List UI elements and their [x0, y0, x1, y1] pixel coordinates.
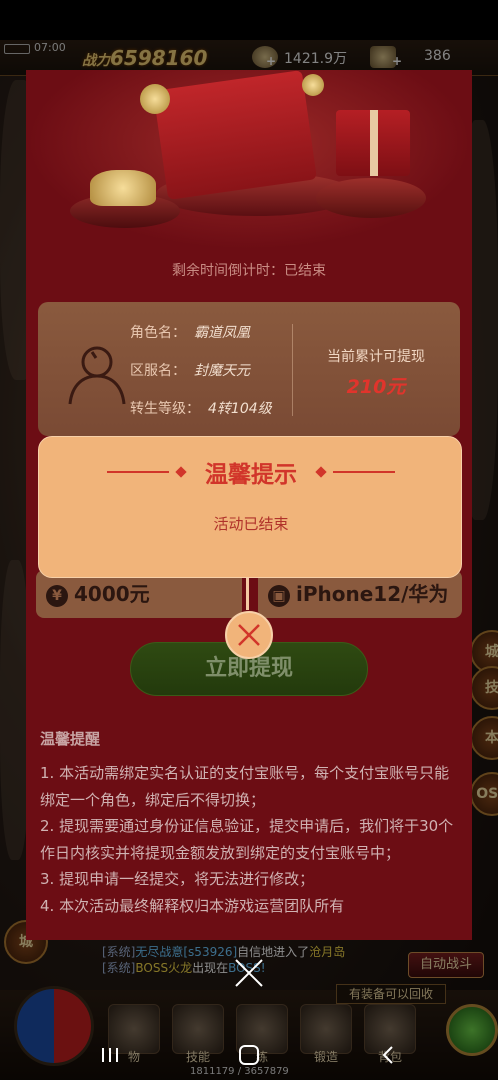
- back-icon[interactable]: [368, 1040, 408, 1070]
- role-name-row: 角色名： 霸道凤凰: [130, 322, 250, 342]
- recent-apps-icon[interactable]: [90, 1040, 130, 1070]
- server-value: 封魔天元: [194, 363, 250, 379]
- dialog-close-button[interactable]: [225, 611, 273, 659]
- coin-icon: [140, 84, 170, 114]
- coin-icon: [302, 74, 324, 96]
- level-row: 转生等级： 4转104级: [130, 398, 272, 418]
- withdrawable-amount: 210元: [346, 376, 406, 398]
- level-label: 转生等级：: [130, 401, 200, 417]
- tips-title: 温馨提醒: [40, 730, 101, 748]
- server-row: 区服名： 封魔天元: [130, 360, 250, 380]
- server-label: 区服名：: [130, 363, 186, 379]
- tip-item: 4. 本次活动最终解释权归本游戏运营团队所有: [40, 896, 345, 915]
- status-bar: [0, 0, 498, 40]
- user-avatar-icon: [68, 346, 126, 405]
- title-divider-right: [333, 471, 395, 473]
- option-label: iPhone12/华为: [296, 582, 449, 606]
- event-banner: [26, 70, 472, 250]
- notice-dialog: 温馨提示 活动已结束: [38, 436, 462, 578]
- countdown-text: 剩余时间倒计时：已结束: [172, 263, 326, 279]
- phone-icon: ▣: [268, 584, 290, 607]
- dialog-connector: [246, 578, 249, 610]
- banner-stage: [316, 178, 426, 218]
- home-icon[interactable]: [229, 1040, 269, 1070]
- tip-item: 2. 提现需要通过身份证信息验证，提交申请后，我们将于30个作日内核实并将提现金…: [40, 817, 454, 862]
- role-name-label: 角色名：: [130, 325, 186, 341]
- role-info-card: 角色名： 霸道凤凰 区服名： 封魔天元 转生等级： 4转104级 当前累计可提现 21…: [38, 302, 460, 436]
- dialog-message: 活动已结束: [213, 515, 289, 533]
- role-name-value: 霸道凤凰: [194, 325, 250, 341]
- gift-ribbon: [370, 110, 378, 176]
- tip-item: 3. 提现申请一经提交，将无法进行修改；: [40, 870, 315, 888]
- panel-close-icon[interactable]: [232, 956, 266, 990]
- level-value: 4转104级: [208, 401, 272, 417]
- withdrawable-label: 当前累计可提现: [327, 349, 425, 365]
- gold-ingot-icon: [90, 170, 156, 206]
- option-label: 4000元: [74, 582, 150, 606]
- yuan-icon: ¥: [46, 584, 68, 607]
- red-envelope-icon: [153, 70, 317, 200]
- tips-list: 1. 本活动需绑定实名认证的支付宝账号，每个支付宝账号只能绑定一个角色，绑定后不…: [40, 760, 462, 919]
- tip-item: 1. 本活动需绑定实名认证的支付宝账号，每个支付宝账号只能绑定一个角色，绑定后不…: [40, 764, 450, 809]
- close-icon: [238, 624, 260, 646]
- android-nav-bar: [0, 1030, 498, 1080]
- divider: [292, 324, 293, 416]
- dialog-title: 温馨提示: [205, 462, 297, 488]
